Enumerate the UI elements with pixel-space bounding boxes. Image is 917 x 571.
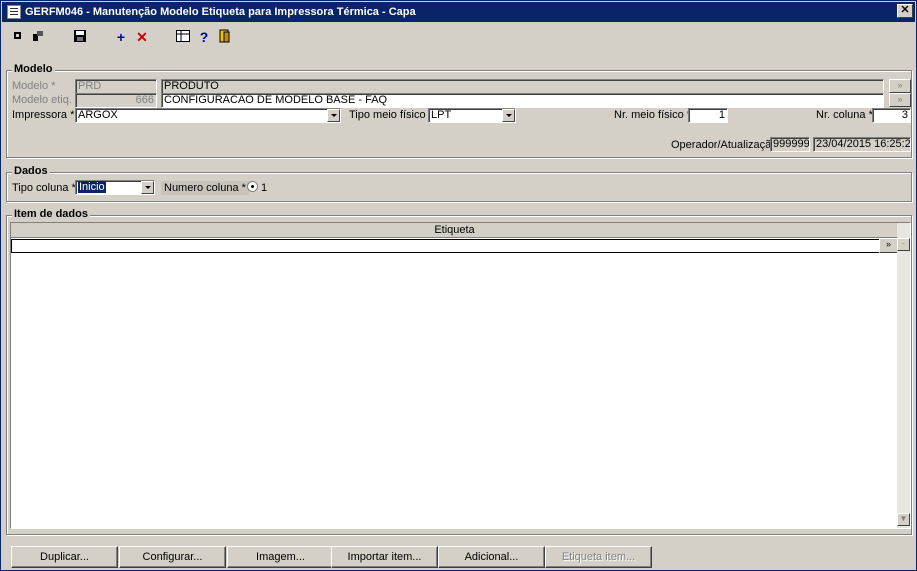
atualizacao-field: 23/04/2015 16:25:23 (813, 137, 911, 152)
table-scrollbar[interactable]: - ▼ (897, 223, 910, 528)
tipo-coluna-label: Tipo coluna * (12, 182, 76, 194)
navigate-icon[interactable] (30, 29, 46, 45)
importar-item-button[interactable]: Importar item... (331, 546, 438, 568)
numero-coluna-radio[interactable] (247, 181, 258, 192)
modelo-etiq-desc-field[interactable]: CONFIGURACAO DE MODELO BASE - FAQ (161, 93, 884, 108)
table-row[interactable] (11, 239, 898, 253)
modelo-desc-field: PRODUTO (161, 79, 884, 94)
table-row-remove-button[interactable]: - (897, 238, 910, 251)
nr-meio-label: Nr. meio físico * (614, 109, 692, 121)
duplicar-button[interactable]: Duplicar... (11, 546, 118, 568)
adicional-button[interactable]: Adicional... (438, 546, 545, 568)
window-title: GERFM046 - Manutenção Modelo Etiqueta pa… (25, 6, 416, 18)
impressora-dropdown-icon[interactable] (327, 109, 340, 122)
add-icon[interactable]: + (113, 29, 129, 45)
operador-field: 999999 (770, 137, 810, 152)
application-window: GERFM046 - Manutenção Modelo Etiqueta pa… (0, 0, 917, 571)
dados-group-label: Dados (12, 165, 50, 177)
modelo-etiq-code-field: 666 (75, 93, 157, 108)
modelo-lookup-button[interactable]: » (889, 79, 911, 93)
tipo-coluna-select[interactable]: Inicio (75, 180, 155, 195)
close-window-button[interactable]: ✕ (897, 4, 913, 18)
operador-label: Operador/Atualização (671, 139, 778, 151)
toolbar: + ✕ ? (2, 23, 915, 49)
numero-coluna-option-label: 1 (261, 182, 268, 194)
modelo-etiq-label: Modelo etiq. * (12, 94, 80, 106)
numero-coluna-label: Numero coluna * (161, 181, 249, 195)
etiqueta-item-button: Etiqueta item... (545, 546, 652, 568)
nr-meio-field[interactable]: 1 (688, 108, 728, 123)
tipo-meio-select[interactable]: LPT (428, 108, 516, 123)
configurar-button[interactable]: Configurar... (119, 546, 226, 568)
imagem-button[interactable]: Imagem... (227, 546, 334, 568)
nr-coluna-field[interactable]: 3 (872, 108, 911, 123)
tipo-meio-label: Tipo meio físico * (349, 109, 433, 121)
first-record-icon[interactable] (11, 29, 27, 45)
save-icon[interactable] (72, 29, 88, 45)
tipo-meio-value: LPT (431, 109, 452, 121)
impressora-label: Impressora * (12, 109, 75, 121)
modelo-code-field: PRD (75, 79, 157, 94)
modelo-etiq-lookup-button[interactable]: » (889, 93, 911, 107)
help-icon[interactable]: ? (196, 29, 212, 45)
etiqueta-lookup-button[interactable]: » (879, 238, 898, 253)
etiqueta-column-header[interactable]: Etiqueta (11, 223, 898, 238)
tipo-meio-dropdown-icon[interactable] (502, 109, 515, 122)
modelo-group-label: Modelo (12, 63, 55, 75)
impressora-select[interactable]: ARGOX (75, 108, 341, 123)
delete-icon[interactable]: ✕ (134, 29, 150, 45)
grid-icon[interactable] (175, 29, 191, 45)
item-dados-group-label: Item de dados (12, 208, 90, 220)
modelo-label: Modelo * (12, 80, 56, 92)
tipo-coluna-dropdown-icon[interactable] (141, 181, 154, 194)
scroll-down-icon[interactable]: ▼ (897, 513, 910, 526)
nr-coluna-label: Nr. coluna * (816, 109, 873, 121)
item-dados-table: Etiqueta » - ▼ (10, 222, 911, 529)
tipo-coluna-value: Inicio (78, 181, 106, 193)
app-document-icon (7, 5, 21, 19)
impressora-value: ARGOX (78, 109, 118, 121)
title-bar: GERFM046 - Manutenção Modelo Etiqueta pa… (2, 2, 915, 22)
exit-icon[interactable] (217, 29, 233, 45)
